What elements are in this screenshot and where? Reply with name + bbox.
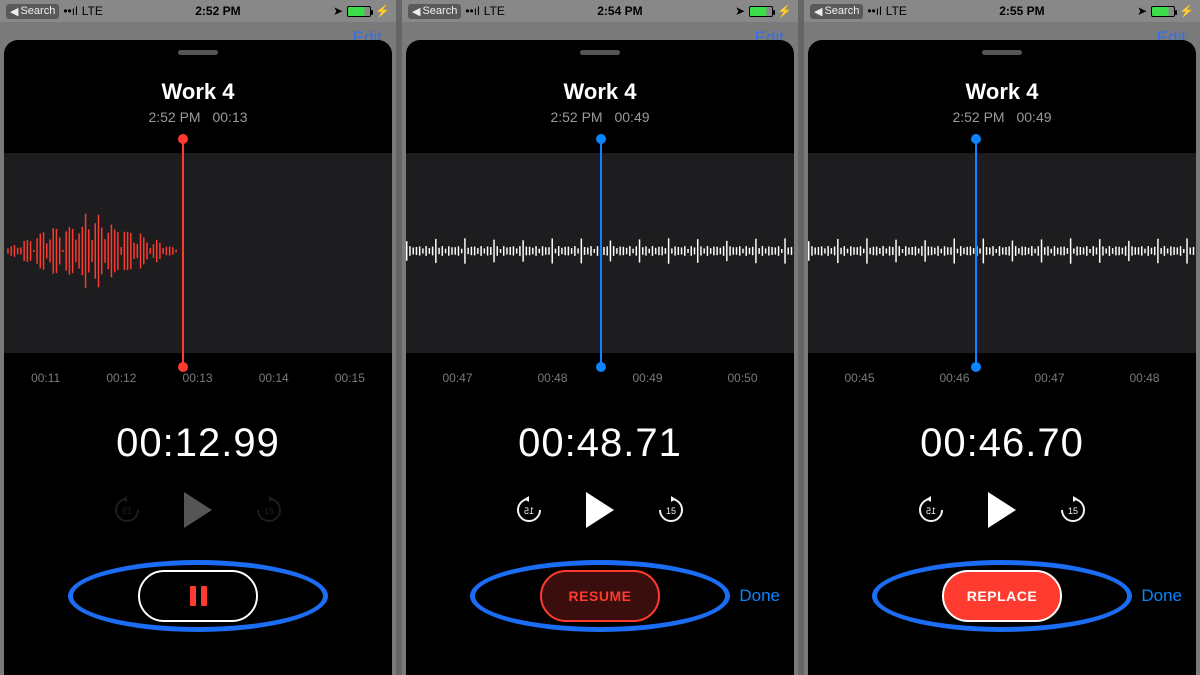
waveform-area[interactable] (406, 153, 794, 353)
edit-button[interactable]: Edit (0, 22, 396, 42)
network-label: LTE (82, 4, 103, 18)
chevron-left-icon: ◀ (10, 5, 18, 18)
signal-icon: ••ıl (867, 4, 881, 18)
status-bar: ◀ Search ••ıl LTE 2:52 PM ➤ ⚡ (0, 0, 396, 22)
record-action-row (4, 556, 392, 636)
svg-text:15: 15 (926, 506, 936, 516)
elapsed-time: 00:48.71 (406, 421, 794, 466)
edit-button[interactable]: Edit (402, 22, 798, 42)
drag-handle[interactable] (982, 50, 1022, 55)
playhead[interactable] (600, 139, 602, 367)
status-bar: ◀ Search ••ıl LTE 2:55 PM ➤ ⚡ (804, 0, 1200, 22)
svg-text:15: 15 (524, 506, 534, 516)
svg-text:15: 15 (264, 506, 274, 516)
charging-icon: ⚡ (375, 4, 390, 18)
playback-controls: 15 15 (406, 492, 794, 528)
phone-screenshot-1: ◀ Search ••ıl LTE 2:52 PM ➤ ⚡ Edit Work … (0, 0, 396, 675)
phone-screenshot-3: ◀ Search ••ıl LTE 2:55 PM ➤ ⚡ Edit Work … (804, 0, 1200, 675)
drag-handle[interactable] (580, 50, 620, 55)
record-action-row: REPLACE Done (808, 556, 1196, 636)
recorder-sheet: Work 4 2:52 PM 00:49 00:4500:4600:4700:4… (808, 40, 1196, 675)
resume-record-button[interactable]: RESUME (540, 570, 660, 622)
playback-controls: 15 15 (808, 492, 1196, 528)
skip-back-15-button[interactable]: 15 (112, 495, 142, 525)
done-button[interactable]: Done (1141, 586, 1182, 606)
skip-forward-15-button[interactable]: 15 (656, 495, 686, 525)
ruler-tick: 00:12 (106, 371, 136, 385)
elapsed-time: 00:12.99 (4, 421, 392, 466)
playback-controls: 15 15 (4, 492, 392, 528)
skip-back-15-button[interactable]: 15 (514, 495, 544, 525)
waveform-area[interactable] (4, 153, 392, 353)
svg-text:15: 15 (666, 506, 676, 516)
waveform-area[interactable] (808, 153, 1196, 353)
back-to-search[interactable]: ◀ Search (408, 4, 461, 19)
battery-icon (347, 6, 371, 17)
charging-icon: ⚡ (1179, 4, 1194, 18)
phone-screenshot-2: ◀ Search ••ıl LTE 2:54 PM ➤ ⚡ Edit Work … (402, 0, 798, 675)
ruler-tick: 00:50 (727, 371, 757, 385)
time-ruler: 00:45 00:46 00:47 00:48 (808, 371, 1196, 385)
skip-forward-15-button[interactable]: 15 (1058, 495, 1088, 525)
ruler-tick: 00:11 (31, 371, 60, 385)
charging-icon: ⚡ (777, 4, 792, 18)
ruler-tick: 00:48 (1129, 371, 1159, 385)
elapsed-time: 00:46.70 (808, 421, 1196, 466)
back-to-search[interactable]: ◀ Search (810, 4, 863, 19)
ruler-tick: 00:47 (442, 371, 472, 385)
playhead[interactable] (182, 139, 184, 367)
record-action-row: RESUME Done (406, 556, 794, 636)
ruler-tick: 00:47 (1034, 371, 1064, 385)
recorder-sheet: Work 4 2:52 PM 00:49 00:47 00:48 00:49 00:5… (406, 40, 794, 675)
ruler-tick: 00:14 (259, 371, 289, 385)
replace-record-button[interactable]: REPLACE (942, 570, 1062, 622)
chevron-left-icon: ◀ (814, 5, 822, 18)
ruler-tick: 00:13 (183, 371, 213, 385)
play-button[interactable] (586, 492, 614, 528)
network-label: LTE (886, 4, 907, 18)
status-time: 2:55 PM (999, 4, 1044, 18)
ruler-tick: 00:45 (844, 371, 874, 385)
recording-title[interactable]: Work 4 (406, 79, 794, 105)
battery-icon (1151, 6, 1175, 17)
recording-subtitle: 2:52 PM 00:13 (4, 109, 392, 125)
ruler-tick: 00:46 (939, 371, 969, 385)
play-button[interactable] (988, 492, 1016, 528)
time-ruler: 00:47 00:48 00:49 00:50 (406, 371, 794, 385)
signal-icon: ••ıl (63, 4, 77, 18)
playhead[interactable] (975, 139, 977, 367)
pause-icon (190, 586, 207, 606)
skip-back-15-button[interactable]: 15 (916, 495, 946, 525)
ruler-tick: 00:48 (537, 371, 567, 385)
pause-record-button[interactable] (138, 570, 258, 622)
location-icon: ➤ (333, 4, 343, 18)
svg-text:15: 15 (1068, 506, 1078, 516)
recording-subtitle: 2:52 PM 00:49 (808, 109, 1196, 125)
edit-button[interactable]: Edit (804, 22, 1200, 42)
recording-title[interactable]: Work 4 (4, 79, 392, 105)
network-label: LTE (484, 4, 505, 18)
ruler-tick: 00:15 (335, 371, 365, 385)
svg-text:15: 15 (122, 506, 132, 516)
location-icon: ➤ (1137, 4, 1147, 18)
ruler-tick: 00:49 (632, 371, 662, 385)
signal-icon: ••ıl (465, 4, 479, 18)
chevron-left-icon: ◀ (412, 5, 420, 18)
recording-title[interactable]: Work 4 (808, 79, 1196, 105)
back-to-search[interactable]: ◀ Search (6, 4, 59, 19)
time-ruler: 00:11 00:12 00:13 00:14 00:15 (4, 371, 392, 385)
status-time: 2:52 PM (195, 4, 240, 18)
recording-subtitle: 2:52 PM 00:49 (406, 109, 794, 125)
drag-handle[interactable] (178, 50, 218, 55)
status-time: 2:54 PM (597, 4, 642, 18)
recorder-sheet: Work 4 2:52 PM 00:13 00:1100:1200:1300:1… (4, 40, 392, 675)
play-button[interactable] (184, 492, 212, 528)
done-button[interactable]: Done (739, 586, 780, 606)
skip-forward-15-button[interactable]: 15 (254, 495, 284, 525)
battery-icon (749, 6, 773, 17)
status-bar: ◀ Search ••ıl LTE 2:54 PM ➤ ⚡ (402, 0, 798, 22)
location-icon: ➤ (735, 4, 745, 18)
